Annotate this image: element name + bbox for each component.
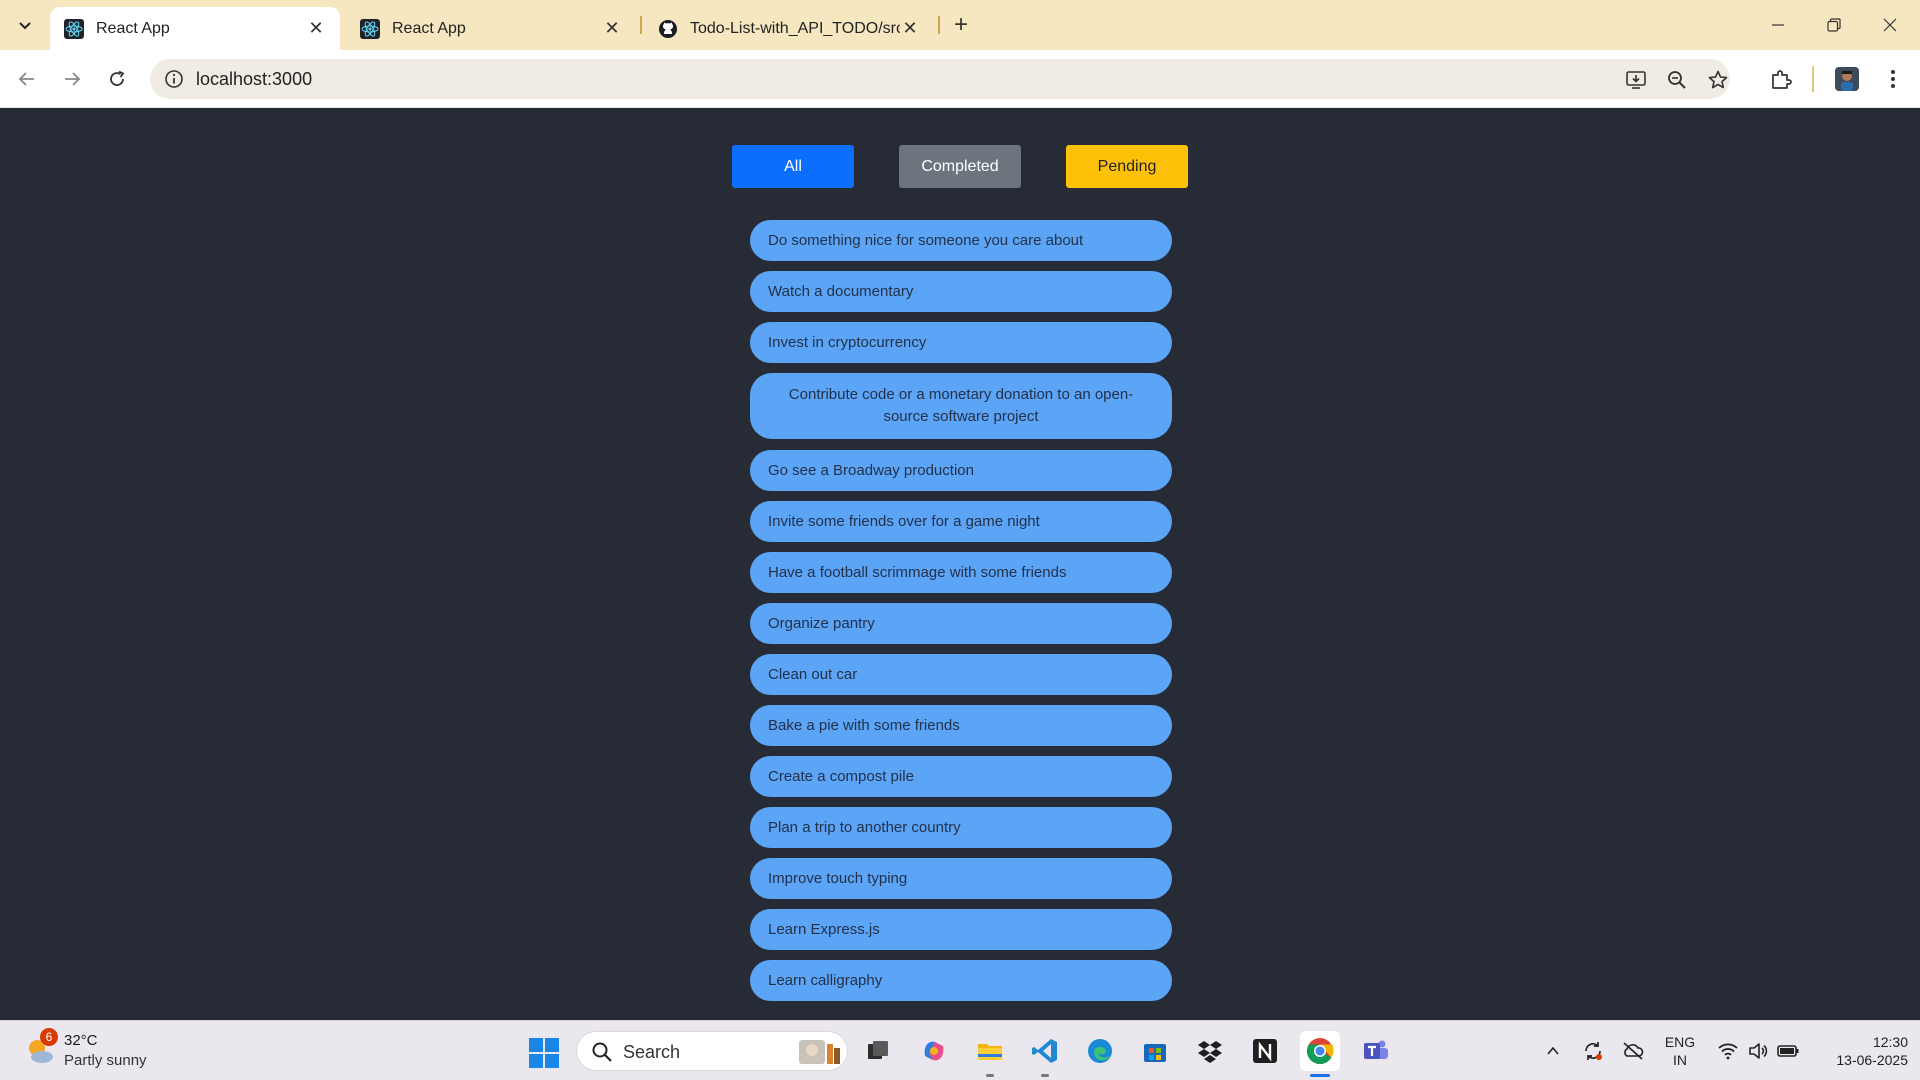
running-indicator	[1041, 1074, 1049, 1077]
region-code: IN	[1673, 1052, 1687, 1068]
close-tab-icon[interactable]: ✕	[602, 18, 622, 39]
copilot-icon[interactable]	[914, 1031, 954, 1071]
todo-item[interactable]: Watch a documentary	[750, 271, 1172, 312]
url-text[interactable]: localhost:3000	[196, 69, 312, 90]
tab-title: React App	[96, 19, 170, 37]
todo-item[interactable]: Improve touch typing	[750, 858, 1172, 899]
extensions-icon[interactable]	[1768, 66, 1794, 92]
tab-search-button[interactable]	[8, 8, 42, 42]
date: 13-06-2025	[1836, 1052, 1908, 1068]
notion-icon[interactable]	[1245, 1031, 1285, 1071]
minimize-icon	[1772, 24, 1784, 26]
chevron-down-icon	[19, 22, 31, 30]
language-code: ENG	[1664, 1034, 1696, 1050]
search-highlight-icon	[799, 1040, 840, 1064]
close-icon	[1883, 18, 1897, 32]
new-tab-button[interactable]: +	[948, 11, 974, 38]
notification-badge: 6	[40, 1028, 58, 1046]
todo-item[interactable]: Have a football scrimmage with some frie…	[750, 552, 1172, 593]
active-indicator	[1310, 1074, 1330, 1077]
tab-separator	[640, 16, 642, 34]
taskbar: 6 32°C Partly sunny Search ENG IN 12:30 …	[0, 1020, 1920, 1080]
todo-item[interactable]: Organize pantry	[750, 603, 1172, 644]
close-tab-icon[interactable]: ✕	[900, 18, 920, 39]
taskbar-search[interactable]: Search	[576, 1031, 848, 1071]
todo-list: Do something nice for someone you care a…	[750, 220, 1172, 1011]
todo-item[interactable]: Go see a Broadway production	[750, 450, 1172, 491]
tab-github[interactable]: Todo-List-with_API_TODO/src/c ✕	[644, 7, 934, 50]
site-info-icon[interactable]	[164, 69, 184, 89]
reload-button[interactable]	[100, 62, 134, 96]
toolbar-separator	[1812, 66, 1814, 92]
react-icon	[360, 18, 380, 39]
sync-icon[interactable]	[1578, 1037, 1608, 1065]
windows-start-icon[interactable]	[528, 1037, 560, 1069]
time: 12:30	[1872, 1034, 1908, 1050]
back-button[interactable]	[10, 62, 44, 96]
running-indicator	[986, 1074, 994, 1077]
onedrive-offline-icon[interactable]	[1618, 1037, 1648, 1065]
filter-pending-button[interactable]: Pending	[1066, 145, 1188, 188]
todo-item[interactable]: Create a compost pile	[750, 756, 1172, 797]
todo-item[interactable]: Plan a trip to another country	[750, 807, 1172, 848]
teams-icon[interactable]	[1355, 1031, 1395, 1071]
file-explorer-icon[interactable]	[970, 1031, 1010, 1077]
todo-item[interactable]: Contribute code or a monetary donation t…	[750, 373, 1172, 439]
tab-separator	[938, 16, 940, 34]
show-hidden-icons-chevron-up-icon[interactable]	[1540, 1037, 1566, 1065]
vscode-icon[interactable]	[1025, 1031, 1065, 1077]
tab-react-app-active[interactable]: React App ✕	[50, 7, 340, 50]
install-app-icon[interactable]	[1624, 68, 1648, 92]
close-tab-icon[interactable]: ✕	[306, 18, 326, 39]
todo-item[interactable]: Do something nice for someone you care a…	[750, 220, 1172, 261]
restore-icon	[1827, 18, 1841, 32]
address-bar[interactable]: localhost:3000	[150, 59, 1730, 99]
todo-item[interactable]: Invest in cryptocurrency	[750, 322, 1172, 363]
volume-icon[interactable]	[1744, 1037, 1772, 1065]
browser-toolbar: localhost:3000	[0, 50, 1920, 108]
todo-item[interactable]: Clean out car	[750, 654, 1172, 695]
task-view-icon[interactable]	[858, 1031, 898, 1071]
tab-react-app[interactable]: React App ✕	[346, 7, 636, 50]
react-icon	[64, 18, 84, 39]
filter-completed-button[interactable]: Completed	[899, 145, 1021, 188]
restore-button[interactable]	[1806, 0, 1862, 50]
reload-icon	[110, 70, 125, 86]
weather-desc: Partly sunny	[64, 1052, 147, 1069]
dropbox-icon[interactable]	[1190, 1031, 1230, 1071]
bookmark-star-icon[interactable]	[1706, 68, 1730, 92]
tab-title: React App	[392, 19, 466, 37]
clock[interactable]: 12:30 13-06-2025	[1812, 1033, 1908, 1069]
battery-icon[interactable]	[1774, 1037, 1802, 1065]
todo-item[interactable]: Learn Express.js	[750, 909, 1172, 950]
profile-avatar[interactable]	[1834, 66, 1860, 92]
weather-widget[interactable]: 6 32°C Partly sunny	[24, 1028, 184, 1073]
zoom-icon[interactable]	[1665, 68, 1689, 92]
github-icon	[658, 19, 678, 39]
arrow-right-icon	[65, 72, 81, 86]
todo-item[interactable]: Learn calligraphy	[750, 960, 1172, 1001]
microsoft-store-icon[interactable]	[1135, 1031, 1175, 1071]
todo-item[interactable]: Invite some friends over for a game nigh…	[750, 501, 1172, 542]
language-indicator[interactable]: ENG IN	[1660, 1033, 1700, 1069]
minimize-button[interactable]	[1750, 0, 1806, 50]
menu-kebab-icon[interactable]	[1880, 66, 1906, 92]
forward-button[interactable]	[55, 62, 89, 96]
close-window-button[interactable]	[1862, 0, 1918, 50]
todo-item[interactable]: Bake a pie with some friends	[750, 705, 1172, 746]
edge-icon[interactable]	[1080, 1031, 1120, 1071]
arrow-left-icon	[18, 72, 34, 86]
filter-all-button[interactable]: All	[732, 145, 854, 188]
browser-tab-bar: React App ✕ React App ✕ Todo-List-with_A…	[0, 0, 1920, 50]
weather-temp: 32°C	[64, 1032, 98, 1049]
search-icon	[592, 1042, 612, 1062]
search-label: Search	[623, 1042, 681, 1062]
wifi-icon[interactable]	[1714, 1037, 1742, 1065]
tab-title: Todo-List-with_API_TODO/src/c	[690, 19, 900, 37]
chrome-icon[interactable]	[1300, 1031, 1340, 1077]
